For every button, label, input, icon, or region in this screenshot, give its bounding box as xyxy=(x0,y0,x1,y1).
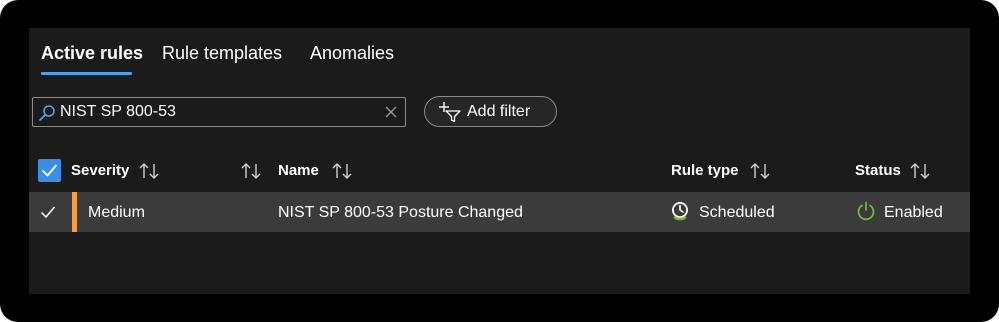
clock-icon xyxy=(672,202,688,221)
search-input[interactable] xyxy=(60,101,370,123)
sort-icon[interactable] xyxy=(909,162,931,180)
tab-anomalies[interactable]: Anomalies xyxy=(310,42,394,64)
column-header-rule-type[interactable]: Rule type xyxy=(671,162,739,179)
power-icon xyxy=(857,201,875,221)
search-icon xyxy=(39,105,55,121)
sort-icon[interactable] xyxy=(331,162,353,180)
sort-icon[interactable] xyxy=(240,162,262,180)
status-cell: Enabled xyxy=(884,204,943,221)
table-row[interactable]: Medium NIST SP 800-53 Posture Changed Sc… xyxy=(29,192,970,232)
severity-cell: Medium xyxy=(88,204,145,221)
close-icon[interactable] xyxy=(384,105,398,119)
add-filter-label: Add filter xyxy=(467,103,531,120)
search-box[interactable] xyxy=(32,97,406,127)
tab-active-rules[interactable]: Active rules xyxy=(41,42,143,64)
column-header-name[interactable]: Name xyxy=(278,162,319,179)
table-header: Severity Name Rule type Status xyxy=(29,154,970,184)
tab-rule-templates[interactable]: Rule templates xyxy=(162,42,282,64)
add-filter-button[interactable]: Add filter xyxy=(424,96,557,127)
window-frame: Active rules Rule templates Anomalies NI… xyxy=(0,0,999,322)
active-tab-indicator xyxy=(41,72,132,75)
column-header-status[interactable]: Status xyxy=(855,162,901,179)
rule-type-cell: Scheduled xyxy=(699,204,775,221)
name-cell: NIST SP 800-53 Posture Changed xyxy=(278,204,523,221)
column-header-severity[interactable]: Severity xyxy=(71,162,129,179)
sort-icon[interactable] xyxy=(138,162,160,180)
analytics-panel: Active rules Rule templates Anomalies NI… xyxy=(29,28,970,294)
select-all-checkbox[interactable] xyxy=(38,159,61,182)
add-filter-icon xyxy=(439,102,461,123)
severity-indicator xyxy=(72,192,77,232)
sort-icon[interactable] xyxy=(749,162,771,180)
checkmark-icon xyxy=(42,164,57,177)
checkmark-icon[interactable] xyxy=(40,205,56,219)
